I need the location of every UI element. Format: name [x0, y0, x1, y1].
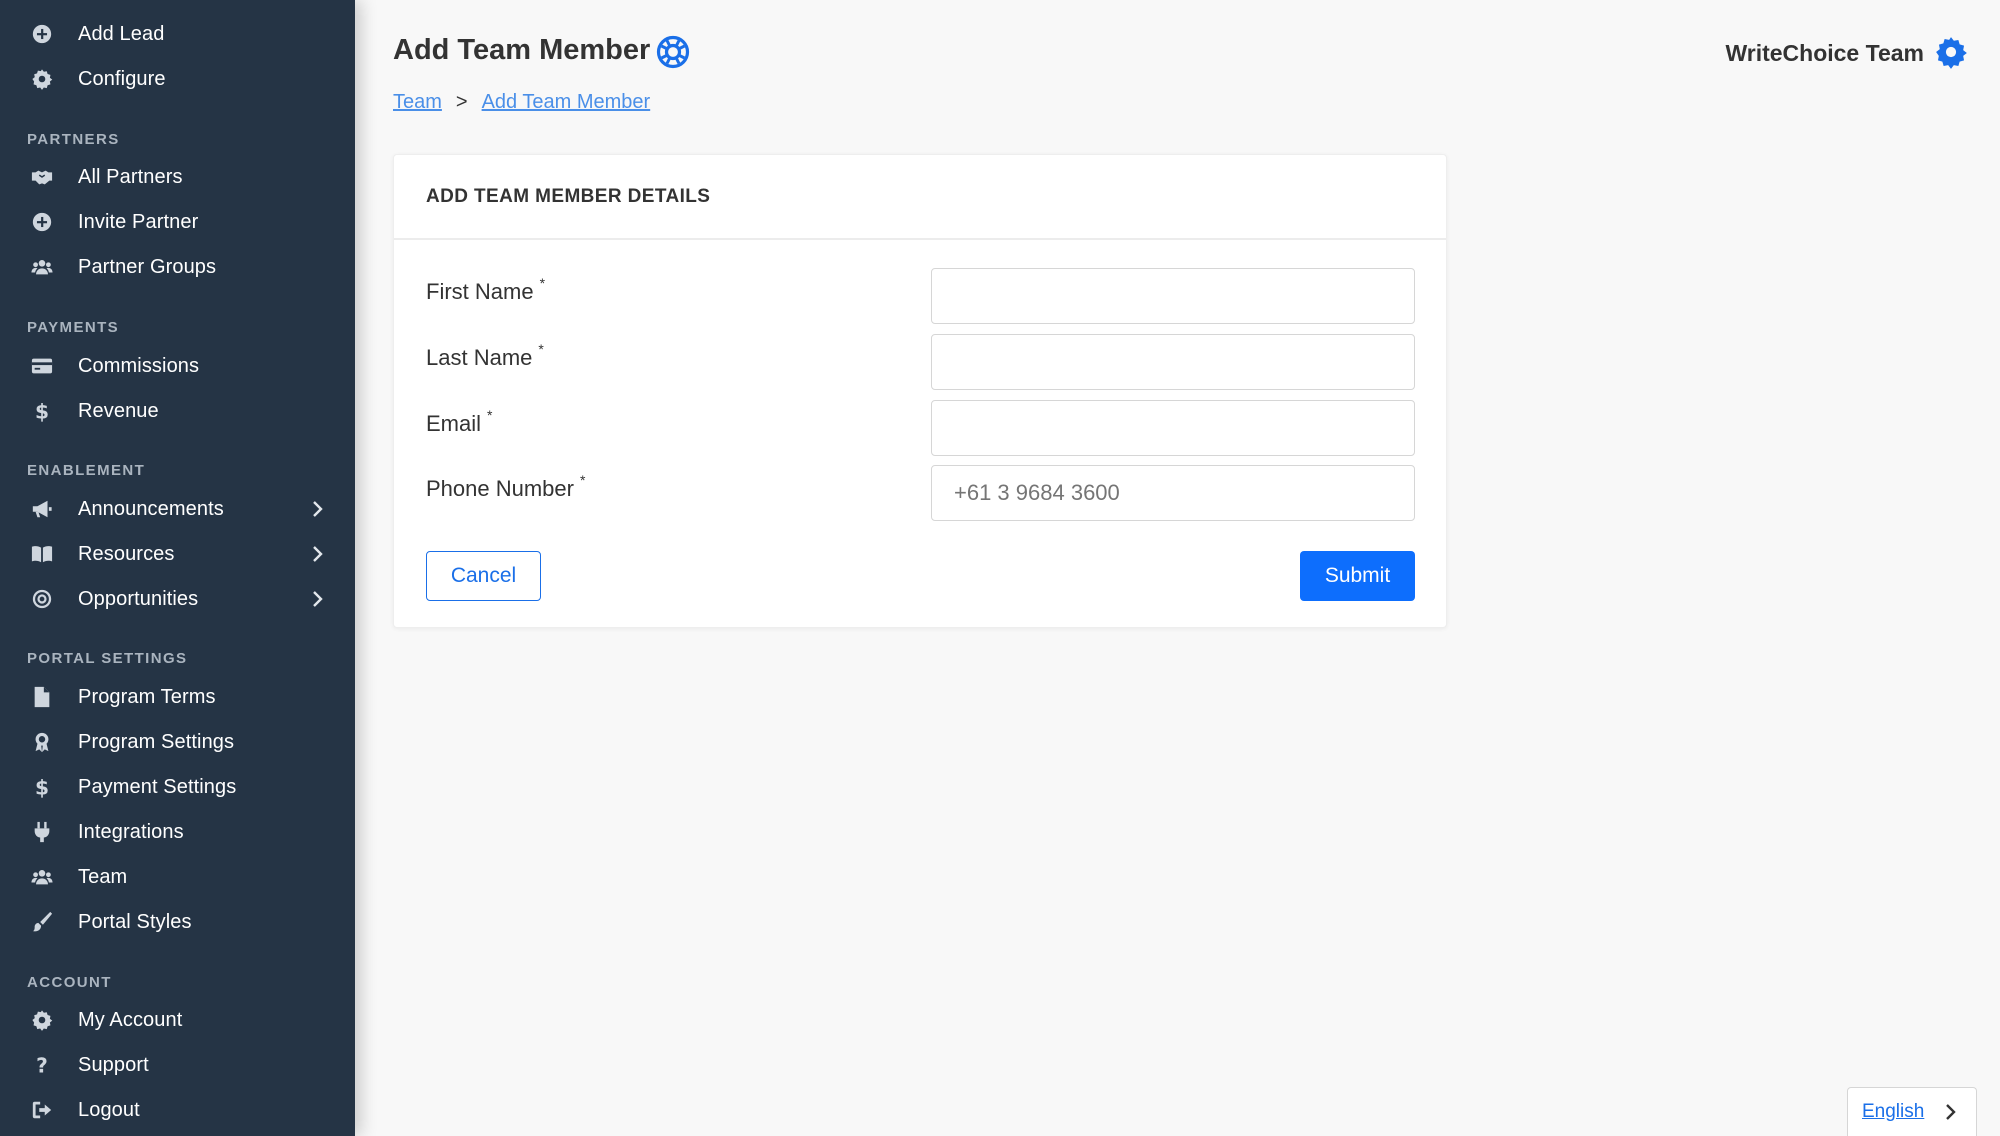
required-mark: * — [539, 275, 546, 291]
page-title: Add Team Member — [393, 34, 651, 66]
sidebar-item-partner-groups[interactable]: Partner Groups — [0, 245, 355, 289]
sidebar-item-program-settings[interactable]: Program Settings — [0, 720, 355, 764]
sidebar-item-label: Configure — [78, 67, 166, 90]
target-icon — [30, 587, 54, 611]
sidebar-item-label: Program Settings — [78, 730, 235, 753]
language-label[interactable]: English — [1862, 1101, 1924, 1123]
sidebar-item-support[interactable]: ? Support — [0, 1043, 355, 1087]
svg-text:$: $ — [35, 776, 49, 798]
lifebuoy-help-icon[interactable] — [656, 35, 690, 69]
award-icon — [30, 730, 54, 754]
megaphone-icon — [30, 497, 54, 521]
plus-circle-icon — [30, 210, 54, 234]
users-icon — [30, 255, 54, 279]
plus-circle-icon — [30, 22, 54, 46]
sidebar-item-label: Program Terms — [78, 685, 216, 708]
sidebar-item-label: My Account — [78, 1008, 183, 1031]
section-title-partners: PARTNERS — [27, 131, 120, 148]
breadcrumb: Team > Add Team Member — [393, 91, 650, 114]
breadcrumb-link-add-team-member[interactable]: Add Team Member — [482, 91, 651, 114]
sidebar-item-add-lead[interactable]: Add Lead — [0, 12, 355, 56]
section-title-portal-settings: PORTAL SETTINGS — [27, 650, 188, 667]
svg-text:?: ? — [36, 1054, 48, 1076]
sidebar-item-label: Support — [78, 1053, 149, 1076]
required-mark: * — [579, 472, 586, 488]
question-icon: ? — [30, 1053, 54, 1077]
breadcrumb-separator: > — [455, 91, 468, 113]
sidebar-item-label: Payment Settings — [78, 775, 237, 798]
gear-icon — [30, 67, 54, 91]
card-header: ADD TEAM MEMBER DETAILS — [394, 155, 1446, 240]
chevron-right-icon — [307, 589, 327, 609]
brush-icon — [30, 910, 54, 934]
sidebar-item-label: Opportunities — [78, 587, 199, 610]
sidebar-item-label: Revenue — [78, 399, 159, 422]
book-icon — [30, 542, 54, 566]
sidebar-item-opportunities[interactable]: Opportunities — [0, 577, 355, 621]
required-mark: * — [538, 341, 544, 357]
sidebar-item-label: Portal Styles — [78, 910, 192, 933]
sidebar-item-label: Resources — [78, 542, 175, 565]
section-title-payments: PAYMENTS — [27, 319, 120, 336]
sidebar-item-portal-styles[interactable]: Portal Styles — [0, 900, 355, 944]
breadcrumb-link-team[interactable]: Team — [393, 91, 442, 114]
required-mark: * — [487, 407, 493, 423]
phone-number-label: Phone Number * — [426, 472, 586, 501]
gear-icon[interactable] — [1934, 35, 1968, 69]
sidebar-item-label: Invite Partner — [78, 210, 199, 233]
sidebar-item-commissions[interactable]: Commissions — [0, 344, 355, 388]
sidebar-item-label: All Partners — [78, 165, 183, 188]
last-name-input[interactable] — [931, 334, 1415, 390]
sidebar-item-announcements[interactable]: Announcements — [0, 487, 355, 531]
file-icon — [30, 685, 54, 709]
sidebar-item-label: Add Lead — [78, 22, 165, 45]
dollar-icon: $ — [30, 775, 54, 799]
sidebar-item-revenue[interactable]: $ Revenue — [0, 389, 355, 433]
users-icon — [30, 865, 54, 889]
sidebar-item-label: Team — [78, 865, 128, 888]
sidebar-item-payment-settings[interactable]: $ Payment Settings — [0, 765, 355, 809]
language-selector[interactable]: English — [1847, 1087, 1977, 1136]
svg-text:$: $ — [35, 400, 49, 422]
sidebar-item-label: Integrations — [78, 820, 184, 843]
sidebar-item-label: Partner Groups — [78, 255, 217, 278]
dollar-icon: $ — [30, 399, 54, 423]
sidebar: Add Lead Configure PARTNERS All Partners… — [0, 0, 355, 1136]
first-name-label: First Name * — [426, 275, 546, 304]
card-title: ADD TEAM MEMBER DETAILS — [426, 185, 711, 207]
credit-card-icon — [30, 354, 54, 378]
sidebar-item-my-account[interactable]: My Account — [0, 998, 355, 1042]
sidebar-item-resources[interactable]: Resources — [0, 532, 355, 576]
sidebar-item-label: Announcements — [78, 497, 224, 520]
gear-icon — [30, 1008, 54, 1032]
first-name-input[interactable] — [931, 268, 1415, 324]
sidebar-item-configure[interactable]: Configure — [0, 57, 355, 101]
handshake-icon — [30, 165, 54, 189]
sidebar-item-team[interactable]: Team — [0, 855, 355, 899]
plug-icon — [30, 820, 54, 844]
sidebar-item-integrations[interactable]: Integrations — [0, 810, 355, 854]
section-title-enablement: ENABLEMENT — [27, 462, 146, 479]
email-input[interactable] — [931, 400, 1415, 456]
chevron-right-icon — [307, 499, 327, 519]
sidebar-item-invite-partner[interactable]: Invite Partner — [0, 200, 355, 244]
team-name[interactable]: WriteChoice Team — [1725, 40, 1924, 67]
logout-icon — [30, 1098, 54, 1122]
email-label: Email * — [426, 407, 493, 436]
submit-button[interactable]: Submit — [1300, 551, 1415, 601]
chevron-right-icon — [307, 544, 327, 564]
sidebar-item-label: Commissions — [78, 354, 200, 377]
sidebar-item-logout[interactable]: Logout — [0, 1088, 355, 1132]
cancel-button[interactable]: Cancel — [426, 551, 541, 601]
chevron-right-icon — [1940, 1102, 1960, 1122]
sidebar-item-all-partners[interactable]: All Partners — [0, 155, 355, 199]
sidebar-item-label: Logout — [78, 1098, 140, 1121]
phone-number-input[interactable] — [931, 465, 1415, 521]
section-title-account: ACCOUNT — [27, 974, 112, 991]
add-team-member-card: ADD TEAM MEMBER DETAILS First Name * Last… — [393, 154, 1447, 628]
last-name-label: Last Name * — [426, 341, 544, 370]
sidebar-item-program-terms[interactable]: Program Terms — [0, 675, 355, 719]
